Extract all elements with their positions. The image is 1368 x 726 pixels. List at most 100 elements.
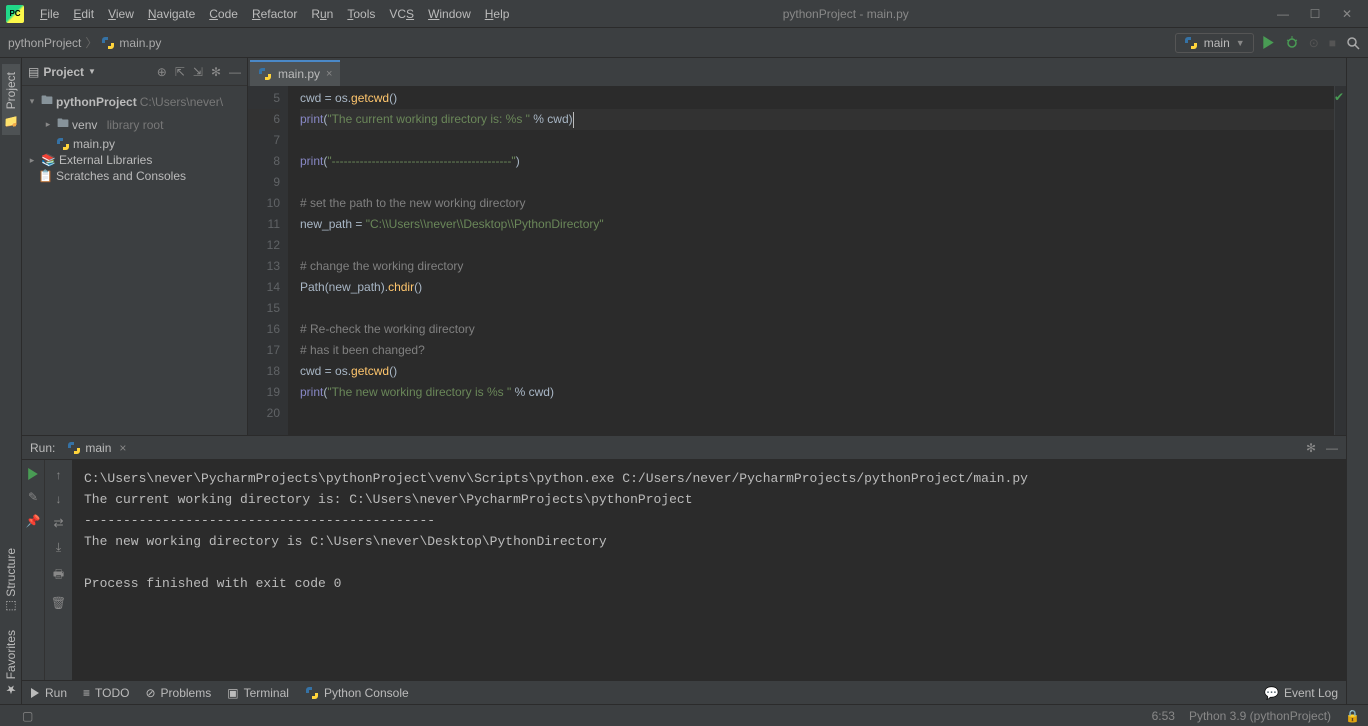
expand-icon[interactable]: ▸ [42,119,54,130]
close-button[interactable]: ✕ [1340,7,1354,21]
run-tab[interactable]: main × [61,439,132,457]
status-interpreter[interactable]: Python 3.9 (pythonProject) [1189,709,1331,723]
breadcrumb-file[interactable]: main.py [119,36,161,50]
project-panel-title[interactable]: Project [43,65,84,79]
status-quick-access-icon[interactable]: ▢ [22,709,33,723]
project-tree[interactable]: ▾ 🖿 pythonProject C:\Users\never\ ▸ 🖿 ve… [22,86,247,188]
close-run-tab-icon[interactable]: × [119,441,126,455]
tree-scratches[interactable]: 📋 Scratches and Consoles [22,168,247,184]
breadcrumb-sep: 〉 [85,34,97,51]
code-text[interactable]: cwd = os.getcwd()print("The current work… [288,86,1334,435]
edit-config-icon[interactable]: ✎ [28,490,38,504]
expand-icon[interactable]: ▸ [26,155,38,166]
project-panel-header: ▤ Project ▼ ⊕ ⇱ ⇲ ✻ — [22,58,247,86]
python-icon [67,441,81,455]
tree-root-label: pythonProject [56,95,137,109]
rerun-icon[interactable] [27,468,39,480]
tree-venv-note: library root [107,118,164,132]
run-config-selector[interactable]: main ▼ [1175,33,1254,53]
scroll-down-icon[interactable]: ↓ [56,492,62,506]
sidebar-tab-structure[interactable]: ⬚Structure [2,540,20,622]
sidebar-tab-favorites[interactable]: ★Favorites [2,622,20,704]
settings-icon[interactable]: ✻ [211,65,221,79]
project-panel: ▤ Project ▼ ⊕ ⇱ ⇲ ✻ — ▾ 🖿 [22,58,248,435]
menu-tools[interactable]: Tools [341,5,381,23]
tree-scratches-label: Scratches and Consoles [56,169,186,183]
run-hide-icon[interactable]: — [1326,441,1338,455]
editor-tab-label: main.py [278,67,320,81]
tool-terminal[interactable]: ▣Terminal [227,686,289,700]
run-toolbar-right: ↑ ↓ ⇄ ⤓ 🖶 🗑 [44,460,72,680]
search-button[interactable] [1346,36,1360,50]
tree-file-label: main.py [73,137,115,151]
editor-tabs: main.py × [248,58,1346,86]
soft-wrap-icon[interactable]: ⇄ [53,516,63,530]
sidebar-tab-project[interactable]: 📁Project [2,64,20,135]
run-toolbar-left: ✎ 📌 [22,460,44,680]
menu-run[interactable]: Run [305,5,339,23]
expand-icon[interactable]: ▾ [26,96,38,107]
close-tab-icon[interactable]: × [326,68,332,80]
status-caret-pos[interactable]: 6:53 [1152,709,1175,723]
error-stripe[interactable] [1334,86,1346,435]
maximize-button[interactable]: ☐ [1308,7,1322,21]
tool-todo[interactable]: ≡TODO [83,686,129,700]
menu-refactor[interactable]: Refactor [246,5,303,23]
menu-view[interactable]: View [102,5,140,23]
run-button[interactable] [1262,36,1275,49]
coverage-button[interactable]: ⊙ [1309,36,1319,50]
tool-problems[interactable]: ⊘Problems [145,686,211,700]
right-tool-stripe [1346,58,1368,704]
menu-file[interactable]: File [34,5,65,23]
tree-file-main[interactable]: main.py [22,136,247,152]
locate-icon[interactable]: ⊕ [157,65,167,79]
menu-navigate[interactable]: Navigate [142,5,201,23]
run-settings-icon[interactable]: ✻ [1306,441,1316,455]
debug-button[interactable] [1285,36,1299,50]
navigation-bar: pythonProject 〉 main.py main ▼ ⊙ ■ [0,28,1368,58]
minimize-button[interactable]: — [1276,7,1290,21]
tool-run[interactable]: Run [30,686,67,700]
tool-event-log[interactable]: 💬Event Log [1264,686,1338,700]
title-bar: PC File Edit View Navigate Code Refactor… [0,0,1368,28]
python-icon [305,686,319,700]
status-lock-icon[interactable]: 🔒 [1345,709,1360,723]
library-icon: 📚 [41,153,56,167]
run-label: Run: [30,441,55,455]
gutter[interactable]: 567891011121314151617181920 [248,86,288,435]
editor-tab-main[interactable]: main.py × [250,60,340,86]
print-icon[interactable]: 🖶 [53,565,64,586]
pin-icon[interactable]: 📌 [26,514,41,528]
window-controls: — ☐ ✕ [1276,7,1362,21]
scroll-up-icon[interactable]: ↑ [56,468,62,482]
pycharm-logo-icon: PC [6,5,24,23]
tree-venv[interactable]: ▸ 🖿 venv library root [22,113,247,136]
scratches-icon: 📋 [38,169,53,183]
run-tab-name: main [85,441,111,455]
folder-icon: 🖿 [41,91,53,112]
folder-icon: 🖿 [57,114,69,135]
bottom-tool-stripe: Run ≡TODO ⊘Problems ▣Terminal Python Con… [22,680,1346,704]
run-header: Run: main × ✻ — [22,436,1346,460]
hide-icon[interactable]: — [229,65,241,79]
window-title: pythonProject - main.py [415,7,1276,21]
menu-code[interactable]: Code [203,5,244,23]
breadcrumb[interactable]: pythonProject 〉 main.py [8,34,161,51]
code-area[interactable]: 567891011121314151617181920 cwd = os.get… [248,86,1346,435]
tree-root[interactable]: ▾ 🖿 pythonProject C:\Users\never\ [22,90,247,113]
clear-icon[interactable]: 🗑 [51,596,66,610]
tree-root-path: C:\Users\never\ [140,95,223,109]
collapse-all-icon[interactable]: ⇲ [193,65,203,79]
tool-python-console[interactable]: Python Console [305,686,409,700]
editor: main.py × 567891011121314151617181920 cw… [248,58,1346,435]
run-console[interactable]: C:\Users\never\PycharmProjects\pythonPro… [72,460,1346,680]
chevron-down-icon[interactable]: ▼ [88,67,96,76]
scroll-to-end-icon[interactable]: ⤓ [56,540,61,555]
breadcrumb-project[interactable]: pythonProject [8,36,81,50]
inspection-ok-icon[interactable]: ✔ [1334,90,1344,104]
python-file-icon [56,137,70,151]
menu-edit[interactable]: Edit [67,5,100,23]
left-tool-stripe: 📁Project ⬚Structure ★Favorites [0,58,22,704]
tree-ext-libs[interactable]: ▸ 📚 External Libraries [22,152,247,168]
expand-all-icon[interactable]: ⇱ [175,65,185,79]
